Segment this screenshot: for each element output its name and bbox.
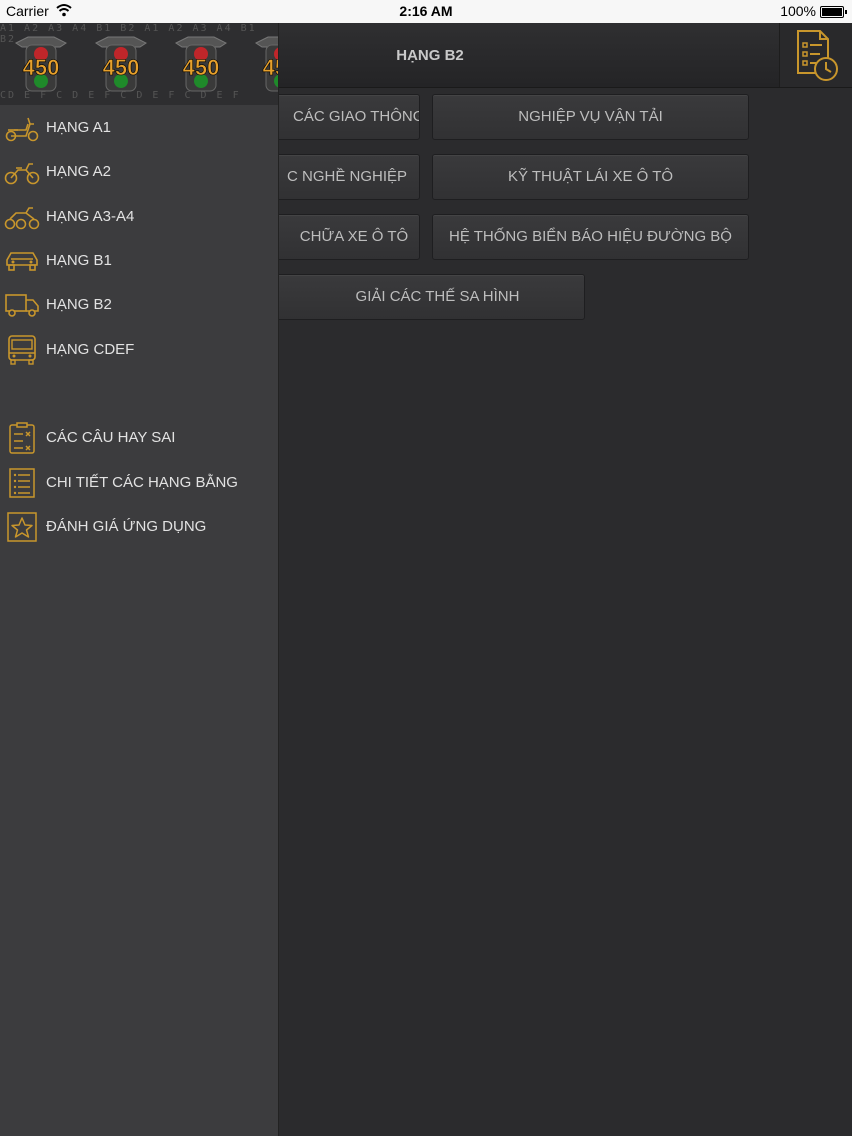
menu-banner: A1 A2 A3 A4 B1 B2 A1 A2 A3 A4 B1 B2 CD E…	[0, 23, 278, 105]
topic-button-traffic[interactable]: CÁC GIAO THÔNG	[264, 94, 420, 140]
bus-icon	[8, 335, 36, 365]
car-icon	[6, 252, 38, 271]
menu-item-b1[interactable]: HẠNG B1	[0, 241, 278, 281]
menu-item-label: HẠNG B1	[46, 252, 112, 269]
topic-button-ethics[interactable]: C NGHỀ NGHIỆP	[264, 154, 420, 200]
scooter-icon	[5, 117, 39, 142]
clipboard-icon	[9, 422, 35, 454]
svg-text:450: 450	[263, 55, 278, 80]
page-title: HẠNG B2	[396, 47, 464, 64]
menu-item-rate-app[interactable]: ĐÁNH GIÁ ỨNG DỤNG	[0, 507, 278, 547]
menu-item-a2[interactable]: HẠNG A2	[0, 152, 278, 192]
traffic-light-logo-icon: 450	[95, 36, 147, 92]
menu-item-a1[interactable]: HẠNG A1	[0, 108, 278, 148]
menu-item-label: HẠNG CDEF	[46, 341, 135, 358]
clock: 2:16 AM	[399, 3, 453, 19]
traffic-light-logo-icon: 450	[255, 36, 278, 92]
exam-timer-icon	[797, 30, 838, 81]
menu-item-cdef[interactable]: HẠNG CDEF	[0, 330, 278, 370]
menu-item-label: ĐÁNH GIÁ ỨNG DỤNG	[46, 518, 207, 535]
tricycle-icon	[4, 207, 40, 230]
status-bar: Carrier 2:16 AM 100%	[0, 0, 852, 23]
motorbike-icon	[4, 163, 40, 185]
menu-item-license-details[interactable]: CHI TIẾT CÁC HẠNG BẰNG	[0, 463, 278, 503]
menu-item-label: HẠNG A2	[46, 163, 112, 180]
battery-percent: 100%	[780, 3, 816, 19]
topic-button-road-signs[interactable]: HỆ THỐNG BIỂN BÁO HIỆU ĐƯỜNG BỘ	[432, 214, 749, 260]
svg-text:450: 450	[183, 55, 220, 80]
truck-icon	[5, 294, 39, 317]
topic-button-situations[interactable]: GIẢI CÁC THẾ SA HÌNH	[264, 274, 585, 320]
topic-button-repair[interactable]: CHỮA XE Ô TÔ	[264, 214, 420, 260]
topic-button-transport[interactable]: NGHIỆP VỤ VẬN TẢI	[432, 94, 749, 140]
menu-item-label: CHI TIẾT CÁC HẠNG BẰNG	[46, 474, 238, 491]
battery-icon	[820, 6, 847, 18]
star-icon	[7, 512, 37, 542]
menu-item-label: CÁC CÂU HAY SAI	[46, 429, 176, 446]
svg-text:450: 450	[23, 55, 60, 80]
menu-item-label: HẠNG A3-A4	[46, 208, 135, 225]
list-icon	[9, 468, 35, 498]
traffic-light-logo-icon: 450	[15, 36, 67, 92]
nav-header: HẠNG B2	[278, 23, 852, 88]
traffic-light-logo-icon: 450	[175, 36, 227, 92]
side-menu: A1 A2 A3 A4 B1 B2 A1 A2 A3 A4 B1 B2 CD E…	[0, 23, 279, 1136]
menu-item-label: HẠNG B2	[46, 296, 112, 313]
exam-button[interactable]	[779, 23, 852, 87]
svg-text:450: 450	[103, 55, 140, 80]
topic-button-driving-technique[interactable]: KỸ THUẬT LÁI XE Ô TÔ	[432, 154, 749, 200]
menu-item-common-mistakes[interactable]: CÁC CÂU HAY SAI	[0, 418, 278, 458]
menu-item-b2[interactable]: HẠNG B2	[0, 285, 278, 325]
menu-item-a3-a4[interactable]: HẠNG A3-A4	[0, 197, 278, 237]
menu-item-label: HẠNG A1	[46, 119, 112, 136]
